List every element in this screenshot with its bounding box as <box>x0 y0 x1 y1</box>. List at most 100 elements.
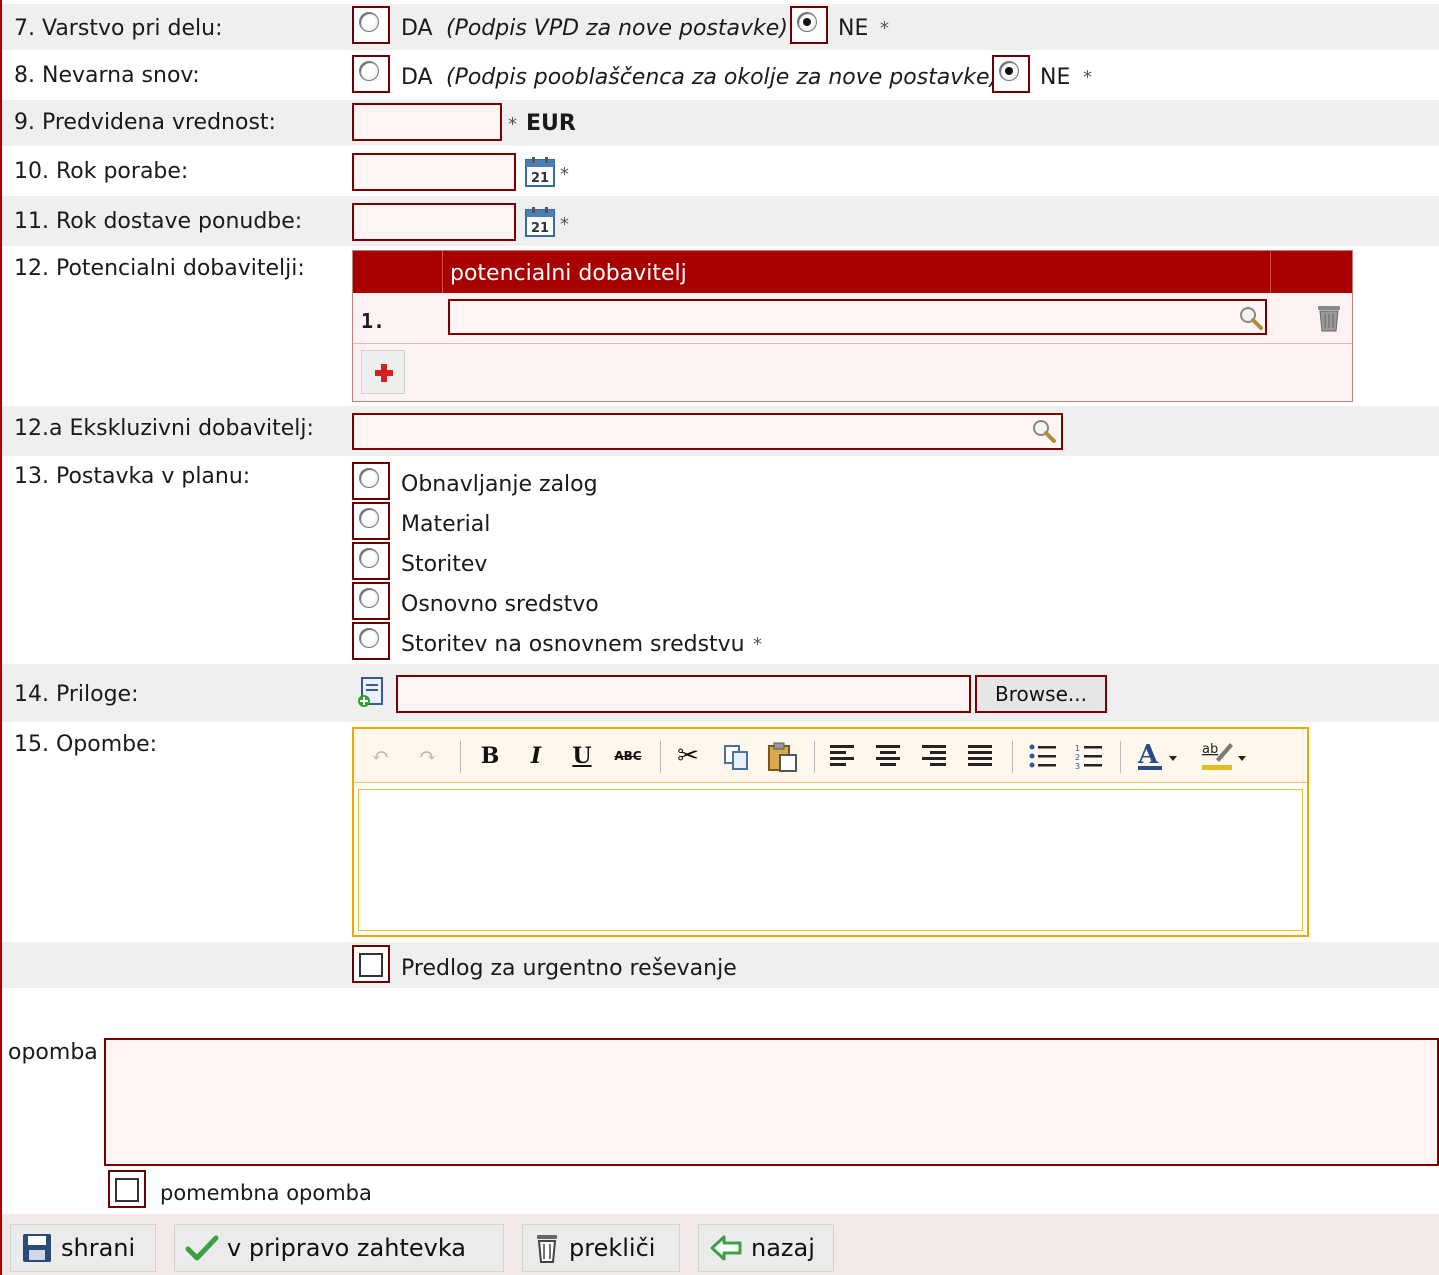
urgent-label: Predlog za urgentno reševanje <box>401 956 737 981</box>
suppliers-table: potencialni dobavitelj 1. <box>352 250 1353 402</box>
align-center-icon[interactable] <box>874 743 902 769</box>
undo-icon[interactable]: ↶ <box>364 741 396 771</box>
radio-varstvo-da[interactable] <box>352 6 390 44</box>
currency-label: EUR <box>526 111 576 136</box>
field-label: 7. Varstvo pri delu: <box>14 16 223 41</box>
radio-plan-option[interactable] <box>352 502 390 540</box>
radio-option-label: Obnavljanje zalog <box>401 472 598 497</box>
calendar-icon[interactable]: 21 <box>524 206 556 238</box>
required-mark: * <box>560 214 569 235</box>
date-input-rok-dostave[interactable] <box>352 203 516 241</box>
radio-option-label: Storitev <box>401 552 488 577</box>
suppliers-table-header: potencialni dobavitelj <box>353 251 1352 293</box>
radio-plan-option[interactable] <box>352 542 390 580</box>
required-mark: * <box>1083 67 1092 88</box>
row-rok-dostave: 11. Rok dostave ponudbe: <box>2 196 1439 246</box>
trash-icon[interactable] <box>1313 301 1345 333</box>
date-input-rok-porabe[interactable] <box>352 153 516 191</box>
add-supplier-button[interactable] <box>361 350 405 394</box>
required-mark: * <box>560 164 569 185</box>
required-mark: * <box>508 114 517 135</box>
column-separator <box>442 251 443 293</box>
toolbar-separator <box>460 741 461 773</box>
toolbar-separator <box>1012 741 1013 773</box>
toolbar-separator <box>1120 741 1121 773</box>
row-rok-porabe: 10. Rok porabe: <box>2 146 1439 196</box>
cancel-button[interactable]: prekliči <box>522 1224 680 1272</box>
svg-text:3: 3 <box>1075 762 1080 769</box>
toolbar-separator <box>660 741 661 773</box>
important-note-checkbox[interactable] <box>108 1170 146 1208</box>
highlight-color-icon[interactable]: ab <box>1200 737 1250 773</box>
svg-text:ab: ab <box>1202 742 1218 757</box>
editor-content-area[interactable] <box>358 789 1303 931</box>
numbered-list-icon[interactable]: 1 2 3 <box>1074 743 1104 769</box>
toolbar-separator <box>814 741 815 773</box>
back-button-label: nazaj <box>751 1234 815 1262</box>
back-button[interactable]: nazaj <box>698 1224 834 1272</box>
option-da-note: (Podpis pooblaščenca za okolje za nove p… <box>446 65 999 90</box>
save-button-label: shrani <box>61 1234 136 1262</box>
align-left-icon[interactable] <box>828 743 856 769</box>
supplier-input[interactable] <box>448 299 1267 335</box>
search-icon[interactable] <box>1238 305 1264 331</box>
radio-nevarna-ne[interactable] <box>992 55 1030 93</box>
column-separator <box>1270 251 1271 293</box>
editor-toolbar: ↶ ↷ B I U ABC ✂ 1 2 3 A ab <box>354 729 1307 783</box>
field-label: 15. Opombe: <box>14 732 158 757</box>
checkmark-icon <box>185 1235 219 1261</box>
browse-button[interactable]: Browse... <box>975 675 1107 713</box>
italic-icon[interactable]: I <box>520 741 552 771</box>
calendar-icon[interactable]: 21 <box>524 156 556 188</box>
cut-icon[interactable]: ✂ <box>672 741 704 771</box>
align-justify-icon[interactable] <box>966 743 994 769</box>
radio-plan-option[interactable] <box>352 622 390 660</box>
field-label: 14. Priloge: <box>14 682 139 707</box>
font-color-icon[interactable]: A <box>1136 739 1180 773</box>
field-label: 8. Nevarna snov: <box>14 63 200 88</box>
trash-icon <box>537 1235 557 1263</box>
svg-text:A: A <box>1137 740 1159 770</box>
exclusive-supplier-input[interactable] <box>352 413 1063 450</box>
attach-file-icon <box>358 677 383 707</box>
column-header: potencialni dobavitelj <box>450 261 687 286</box>
paste-icon[interactable] <box>766 741 800 773</box>
copy-icon[interactable] <box>722 743 752 771</box>
file-path-input[interactable] <box>396 675 971 713</box>
radio-option-label: Storitev na osnovnem sredstvu <box>401 632 745 657</box>
plus-icon <box>375 364 393 382</box>
urgent-checkbox[interactable] <box>352 945 390 983</box>
radio-nevarna-da[interactable] <box>352 55 390 93</box>
svg-text:2: 2 <box>1075 753 1080 762</box>
table-divider <box>353 343 1352 344</box>
align-right-icon[interactable] <box>920 743 948 769</box>
radio-plan-option[interactable] <box>352 462 390 500</box>
cancel-button-label: prekliči <box>569 1234 656 1262</box>
svg-text:1: 1 <box>1075 744 1080 753</box>
to-preparation-button[interactable]: v pripravo zahtevka <box>174 1224 504 1272</box>
option-da-note: (Podpis VPD za nove postavke) <box>446 16 788 41</box>
option-ne-label: NE <box>838 16 869 41</box>
svg-text:21: 21 <box>531 221 549 236</box>
required-mark: * <box>880 18 889 39</box>
option-ne-label: NE <box>1040 65 1071 90</box>
redo-icon[interactable]: ↷ <box>412 741 444 771</box>
save-icon <box>23 1234 51 1262</box>
note-textarea[interactable] <box>104 1038 1439 1166</box>
option-da-label: DA <box>401 16 433 41</box>
field-label: 9. Predvidena vrednost: <box>14 110 276 135</box>
radio-option-label: Osnovno sredstvo <box>401 592 599 617</box>
save-button[interactable]: shrani <box>10 1224 156 1272</box>
strikethrough-icon[interactable]: ABC <box>612 741 644 771</box>
bullet-list-icon[interactable] <box>1028 743 1058 769</box>
value-input[interactable] <box>352 103 502 141</box>
radio-plan-option[interactable] <box>352 582 390 620</box>
search-icon[interactable] <box>1031 418 1057 444</box>
field-label: 12.a Ekskluzivni dobavitelj: <box>14 416 314 441</box>
required-mark: * <box>753 634 762 655</box>
rich-text-editor: ↶ ↷ B I U ABC ✂ 1 2 3 A ab <box>352 727 1309 937</box>
radio-varstvo-ne[interactable] <box>790 6 828 44</box>
bold-icon[interactable]: B <box>474 741 506 771</box>
underline-icon[interactable]: U <box>566 741 598 771</box>
field-label: 12. Potencialni dobavitelji: <box>14 256 305 281</box>
